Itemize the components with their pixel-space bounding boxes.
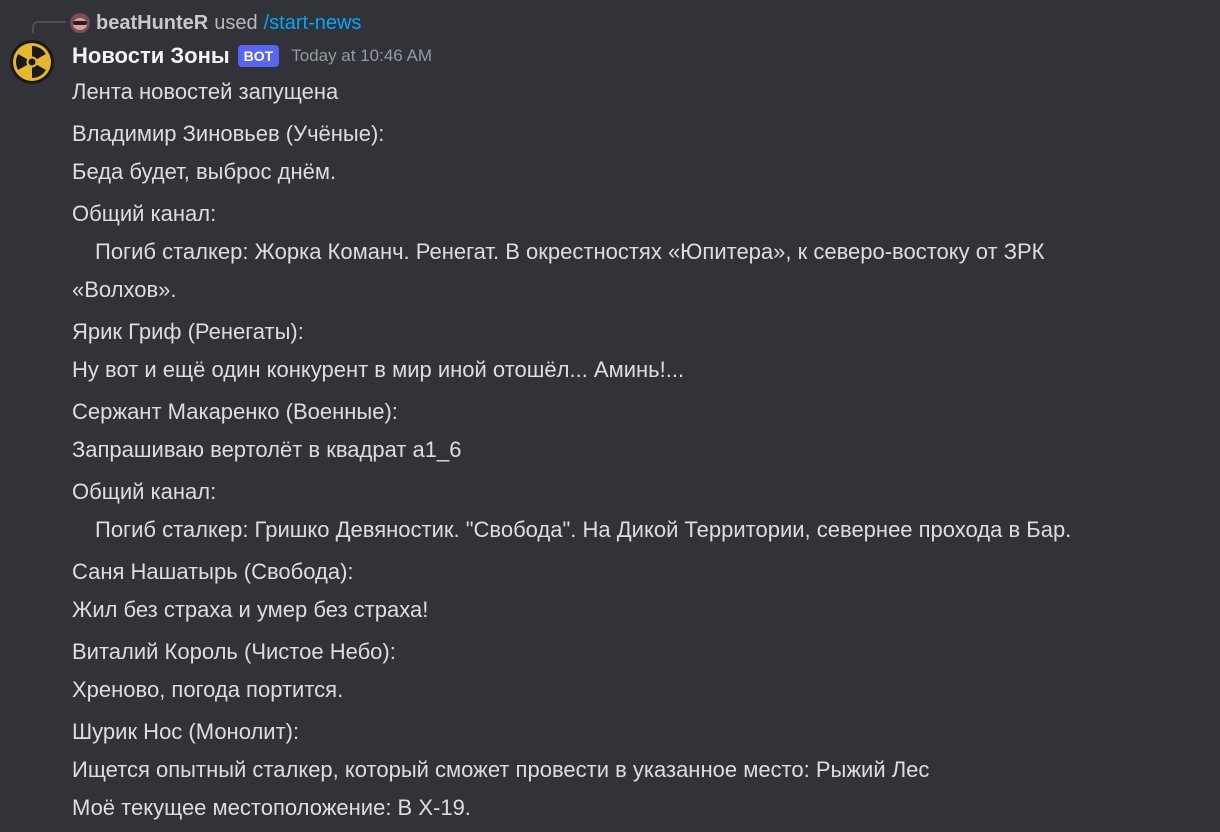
message-line: Сержант Макаренко (Военные): [72, 399, 398, 424]
message-timestamp[interactable]: Today at 10:46 AM [291, 46, 432, 66]
bot-avatar-radiation-icon[interactable] [10, 40, 54, 84]
message-line: Жил без страха и умер без страха! [72, 597, 429, 622]
message-line: Саня Нашатырь (Свобода): [72, 559, 354, 584]
message-line: Ну вот и ещё один конкурент в мир иной о… [72, 357, 685, 382]
message-line: Ищется опытный сталкер, который сможет п… [72, 757, 930, 782]
message-content: Лента новостей запущена Владимир Зиновье… [72, 73, 1212, 827]
message-line: Владимир Зиновьев (Учёные): [72, 121, 385, 146]
reply-spine [32, 21, 66, 33]
interaction-used-text: used [214, 11, 258, 34]
message-line: Погиб сталкер: Жорка Команч. Ренегат. В … [95, 239, 1045, 264]
message-line: Общий канал: [72, 201, 217, 226]
message-line: Запрашиваю вертолёт в квадрат а1_6 [72, 437, 462, 462]
message-line: Моё текущее местоположение: В X-19. [72, 795, 471, 820]
message-line: Хреново, погода портится. [72, 677, 344, 702]
bot-username[interactable]: Новости Зоны [72, 43, 230, 69]
message-line: «Волхов». [72, 277, 177, 302]
message-line: Виталий Король (Чистое Небо): [72, 639, 396, 664]
message-line: Беда будет, выброс днём. [72, 159, 337, 184]
interaction-username[interactable]: beatHunteR [96, 12, 208, 35]
message-line: Ярик Гриф (Ренегаты): [72, 319, 304, 344]
bot-tag-badge: BOT [237, 45, 280, 67]
message-header: Новости Зоны BOT Today at 10:46 AM [72, 40, 432, 72]
message-line: Лента новостей запущена [72, 79, 339, 104]
message-line: Общий канал: [72, 479, 217, 504]
bot-message: beatHunteR used /start-news Новости Зоны… [0, 0, 1220, 832]
interaction-reference[interactable]: beatHunteR used /start-news [70, 9, 361, 37]
user-avatar-icon[interactable] [70, 13, 90, 33]
message-line: Шурик Нос (Монолит): [72, 719, 300, 744]
message-line: Погиб сталкер: Гришко Девяностик. "Свобо… [95, 517, 1072, 542]
interaction-command[interactable]: /start-news [264, 12, 362, 35]
